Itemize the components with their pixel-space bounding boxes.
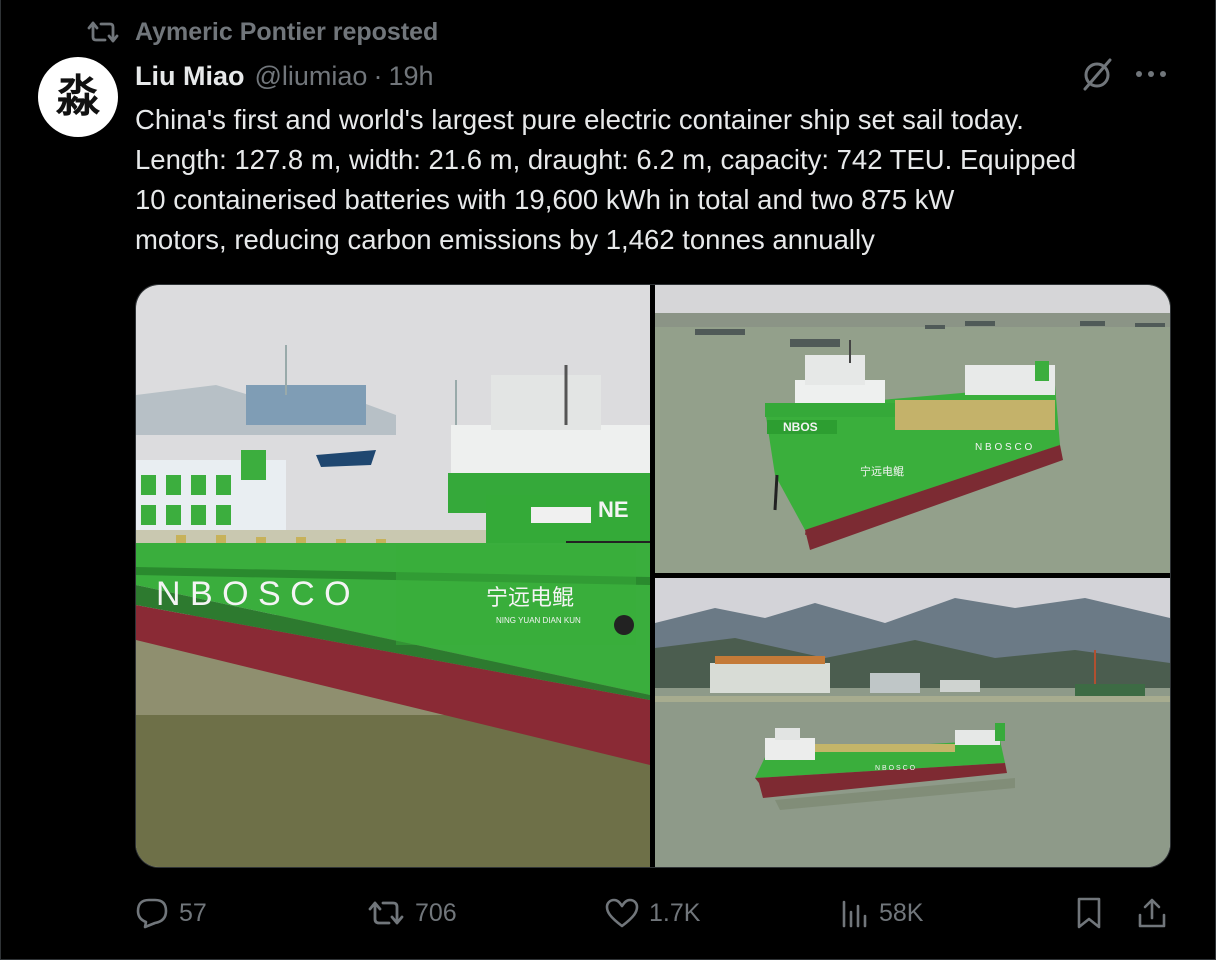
photo-ship-river[interactable]: N B O S C O xyxy=(655,578,1170,867)
views-count: 58K xyxy=(879,898,924,927)
share-button[interactable] xyxy=(1137,890,1177,936)
grok-icon[interactable] xyxy=(1079,56,1115,92)
like-count: 1.7K xyxy=(649,898,701,927)
hull-lettering-main: N B O S C O xyxy=(156,575,351,613)
action-bar: 57 706 1.7K 58K xyxy=(135,890,1175,936)
share-icon xyxy=(1138,898,1166,928)
like-button[interactable]: 1.7K xyxy=(605,890,700,936)
bookmark-icon xyxy=(1077,897,1101,929)
views-icon xyxy=(842,900,867,928)
tweet-text-line: Length: 127.8 m, width: 21.6 m, draught:… xyxy=(135,144,1077,175)
repost-indicator[interactable]: Aymeric Pontier reposted xyxy=(87,14,438,50)
reply-count: 57 xyxy=(179,898,207,927)
reply-icon xyxy=(136,898,168,929)
bow-partial-lettering: NE xyxy=(598,497,629,522)
tweet-text-line: China's first and world's largest pure e… xyxy=(135,104,1024,135)
photo-ship-aerial-bow[interactable]: NBOS 宁远电鲲 N B O S C O xyxy=(655,285,1170,573)
tweet-text-line: 10 containerised batteries with 19,600 k… xyxy=(135,184,955,215)
repost-icon xyxy=(368,901,404,925)
photo-ship-closeup[interactable]: N B O S C O 宁远电鲲 NING YUAN DIAN KUN NE xyxy=(136,285,650,867)
tweet-text-line: motors, reducing carbon emissions by 1,4… xyxy=(135,224,875,255)
more-options-icon[interactable] xyxy=(1135,70,1167,78)
media-grid: N B O S C O 宁远电鲲 NING YUAN DIAN KUN NE N… xyxy=(135,284,1171,868)
pinyin-main: NING YUAN DIAN KUN xyxy=(496,616,581,625)
views-button[interactable]: 58K xyxy=(841,890,923,936)
repost-icon xyxy=(87,21,119,43)
tweet-text: China's first and world's largest pure e… xyxy=(135,100,1185,260)
avatar-glyph: 淼 xyxy=(56,71,100,122)
tweet-container[interactable]: Aymeric Pontier reposted 淼 Liu Miao @liu… xyxy=(0,0,1216,960)
author-name[interactable]: Liu Miao xyxy=(135,61,245,92)
heart-icon xyxy=(605,898,639,928)
author-handle[interactable]: @liumiao xyxy=(255,61,368,92)
timestamp[interactable]: 19h xyxy=(388,61,433,92)
reply-button[interactable]: 57 xyxy=(135,890,207,936)
repost-button[interactable]: 706 xyxy=(367,890,457,936)
separator: · xyxy=(373,60,383,91)
avatar[interactable]: 淼 xyxy=(38,57,118,137)
repost-text[interactable]: Aymeric Pontier reposted xyxy=(135,18,438,47)
chinese-name-main: 宁远电鲲 xyxy=(486,586,574,611)
tweet-header: Liu Miao @liumiao · 19h xyxy=(135,58,434,94)
repost-count: 706 xyxy=(415,898,457,927)
hull-lettering-aerial: N B O S C O xyxy=(975,442,1032,453)
hull-lettering-river: N B O S C O xyxy=(875,765,916,772)
bookmark-button[interactable] xyxy=(1075,890,1113,936)
bow-lettering: NBOS xyxy=(783,420,818,434)
chinese-name-aerial: 宁远电鲲 xyxy=(860,464,904,478)
